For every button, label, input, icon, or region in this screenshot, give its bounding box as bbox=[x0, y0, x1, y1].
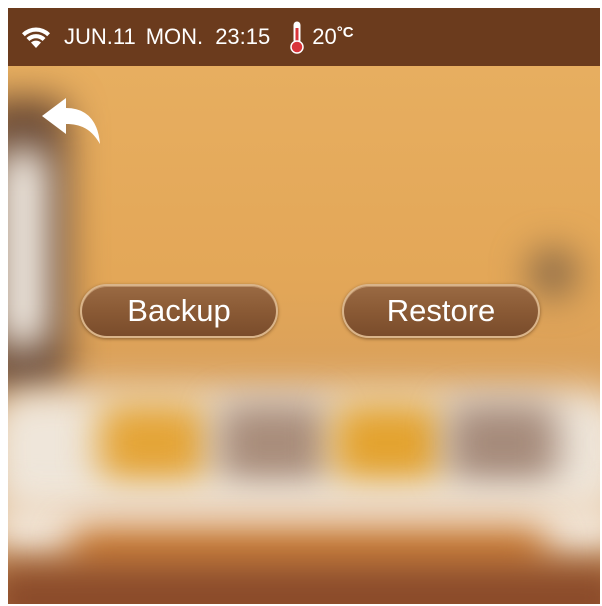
back-arrow-icon bbox=[40, 98, 106, 152]
status-date: JUN.11 bbox=[64, 24, 136, 49]
status-day: MON. bbox=[145, 24, 204, 49]
status-time: 23:15 bbox=[215, 24, 271, 49]
backup-button[interactable]: Backup bbox=[80, 284, 278, 338]
restore-button[interactable]: Restore bbox=[342, 284, 540, 338]
status-temperature-unit: °C bbox=[336, 23, 354, 41]
status-temperature: 20 bbox=[312, 24, 337, 49]
wifi-icon bbox=[20, 22, 54, 52]
back-button[interactable] bbox=[40, 96, 106, 148]
status-bar: JUN.11 MON. 23:15 20 °C bbox=[8, 8, 600, 66]
device-screen: JUN.11 MON. 23:15 20 °C Backup Restore bbox=[8, 8, 600, 604]
thermometer-icon bbox=[288, 19, 308, 55]
